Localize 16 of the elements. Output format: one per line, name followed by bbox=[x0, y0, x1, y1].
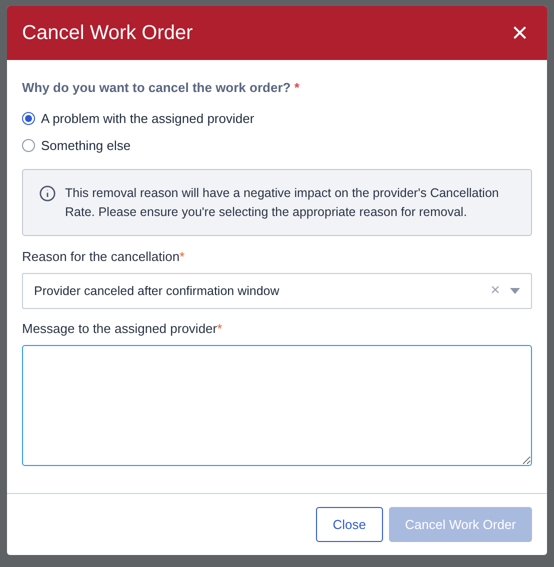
message-label: Message to the assigned provider* bbox=[22, 320, 224, 338]
radio-button[interactable] bbox=[22, 112, 35, 125]
dropdown-caret-icon[interactable] bbox=[510, 288, 520, 294]
reason-label: Reason for the cancellation* bbox=[22, 248, 186, 266]
info-icon bbox=[39, 184, 56, 202]
select-value: Provider canceled after confirmation window bbox=[34, 282, 280, 300]
radio-button[interactable] bbox=[22, 139, 35, 152]
radio-option[interactable]: Something else bbox=[22, 136, 532, 156]
question-label: Why do you want to cancel the work order? * bbox=[22, 79, 300, 97]
notice-text: This removal reason will have a negative impact on the provider's Cancellation Rate. Please ensure you're selecting the appropriate reason for removal. bbox=[65, 184, 500, 221]
close-button[interactable]: × bbox=[508, 19, 532, 47]
radio-option[interactable]: A problem with the assigned provider bbox=[22, 108, 532, 128]
close-dialog-button[interactable]: Close bbox=[316, 507, 383, 542]
dialog-title: Cancel Work Order bbox=[22, 21, 193, 46]
reason-select[interactable]: Provider canceled after confirmation window × bbox=[22, 273, 532, 309]
message-field[interactable] bbox=[22, 344, 532, 466]
